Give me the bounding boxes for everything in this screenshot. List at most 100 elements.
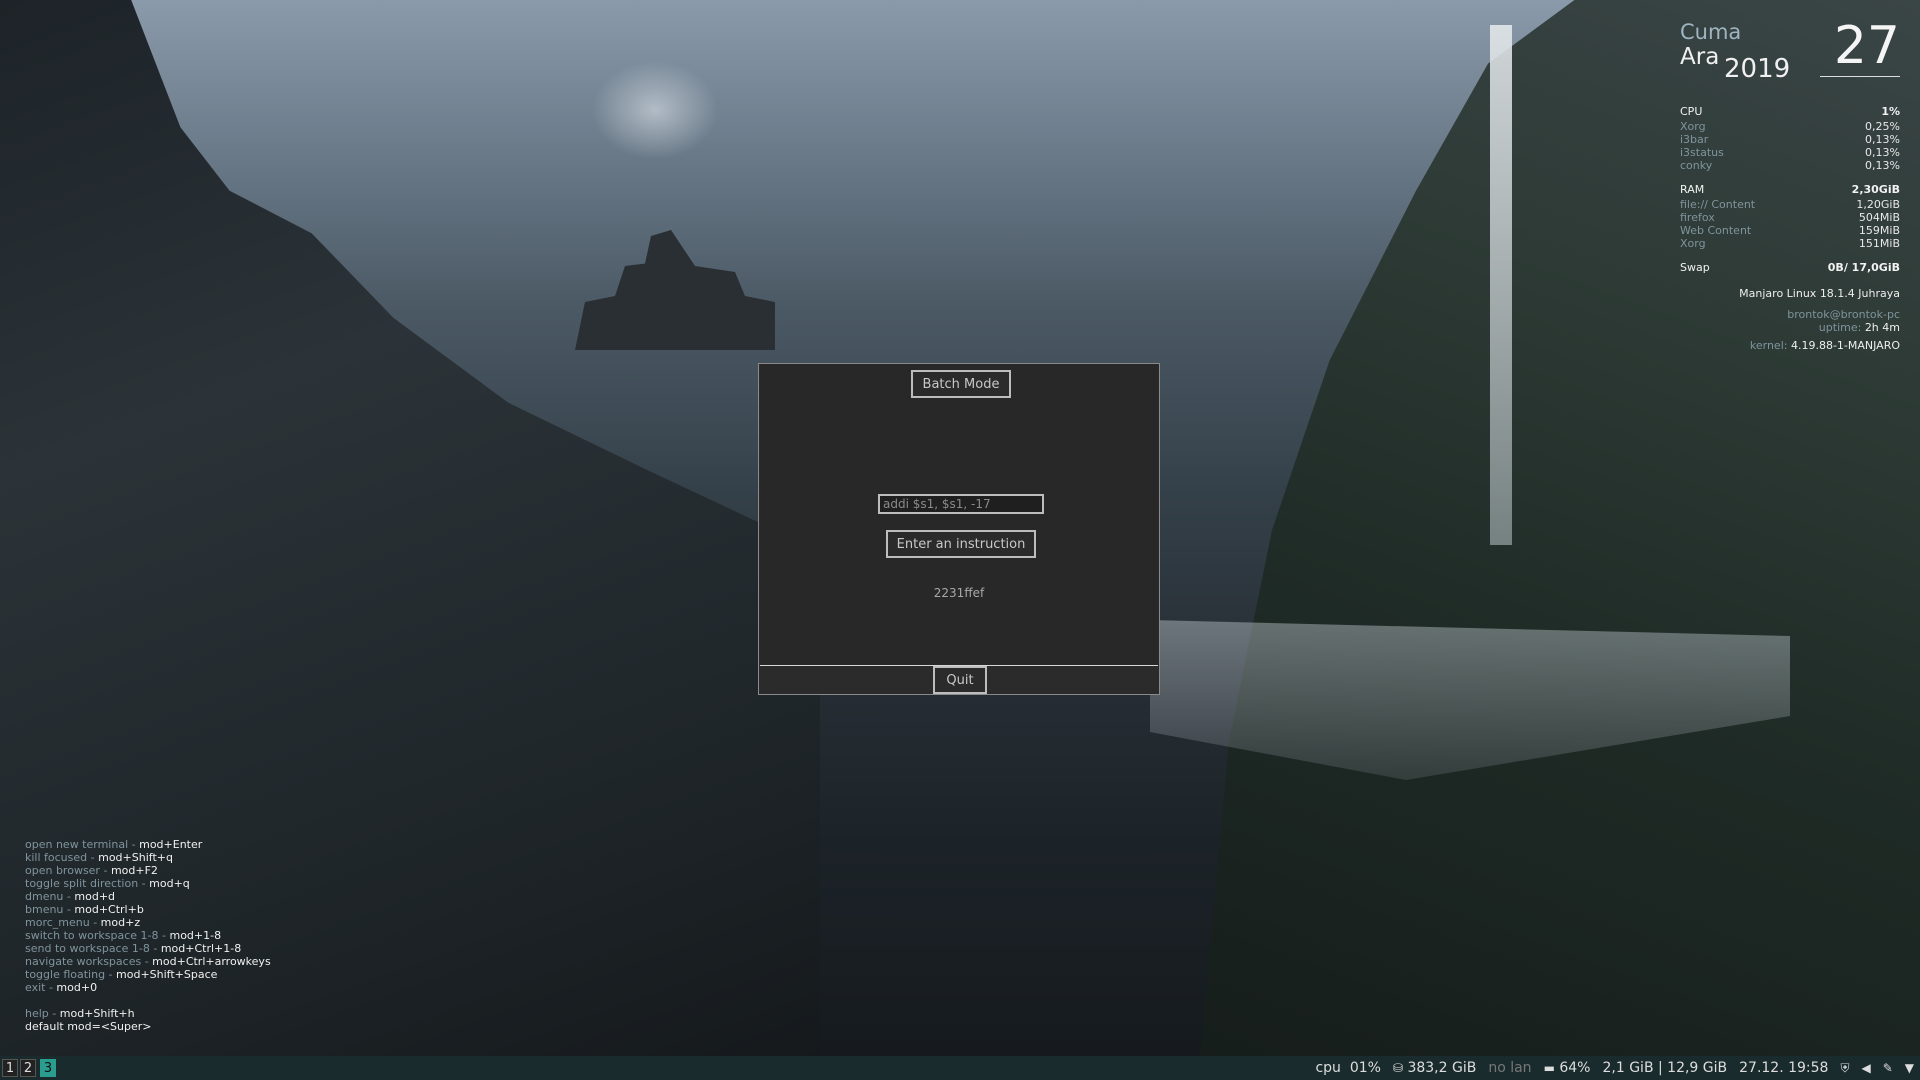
uptime-line: uptime: 2h 4m <box>1680 321 1900 334</box>
ram-row: RAM 2,30GiB <box>1680 182 1900 198</box>
instruction-input[interactable] <box>878 494 1044 514</box>
workspace-button-3[interactable]: 3 <box>40 1059 56 1077</box>
paperclip-icon[interactable]: ✎ <box>1883 1056 1893 1080</box>
disk-status: ⛁ 383,2 GiB <box>1393 1056 1476 1080</box>
conky-monitor: Cuma Ara 2019 27 CPU 1% Xorg 0,25% i3bar 0… <box>1680 16 1900 352</box>
help-desc: navigate workspaces <box>25 955 142 968</box>
help-line: bmenu - mod+Ctrl+b <box>25 903 144 916</box>
volume-mute-icon[interactable]: ◀ <box>1861 1056 1870 1080</box>
help-keys: mod+1-8 <box>169 929 222 942</box>
help-desc: bmenu <box>25 903 64 916</box>
help-desc: toggle split direction <box>25 877 139 890</box>
proc-name: Web Content <box>1680 224 1752 237</box>
help-line: switch to workspace 1-8 - mod+1-8 <box>25 929 222 942</box>
help-desc: dmenu <box>25 890 64 903</box>
ram-value: 2,30GiB <box>1851 183 1900 196</box>
help-keys: mod+Ctrl+b <box>74 903 144 916</box>
user-host: brontok@brontok-pc <box>1787 308 1900 321</box>
help-desc: open browser <box>25 864 100 877</box>
uptime-value: 2h 4m <box>1864 321 1900 334</box>
cpu-proc-row: Xorg 0,25% <box>1680 120 1900 133</box>
assembler-window: Batch Mode Enter an instruction 2231ffef… <box>758 363 1160 695</box>
memory-status: 2,1 GiB | 12,9 GiB <box>1602 1060 1728 1076</box>
help-line: open new terminal - mod+Enter <box>25 838 203 851</box>
kernel-value: 4.19.88-1-MANJARO <box>1790 339 1900 352</box>
battery-status: ▬ 64% <box>1544 1056 1591 1080</box>
ram-proc-row: Web Content 159MiB <box>1680 224 1900 237</box>
i3-status-bar: 1 2 3 cpu 01% ⛁ 383,2 GiB no lan ▬ 64% 2… <box>0 1056 1920 1080</box>
cpu-proc-row: i3bar 0,13% <box>1680 133 1900 146</box>
cpu-row: CPU 1% <box>1680 104 1900 120</box>
day-of-week: Cuma <box>1680 20 1742 44</box>
default-mod: default mod=<Super> <box>25 1020 152 1033</box>
proc-name: conky <box>1680 159 1713 172</box>
lan-status: no lan <box>1488 1060 1532 1076</box>
help-line: send to workspace 1-8 - mod+Ctrl+1-8 <box>25 942 242 955</box>
help-desc: kill focused <box>25 851 88 864</box>
ram-proc-row: Xorg 151MiB <box>1680 237 1900 250</box>
cpu-proc-row: i3status 0,13% <box>1680 146 1900 159</box>
proc-name: i3status <box>1680 146 1724 159</box>
help-keys: mod+Enter <box>139 838 203 851</box>
disk-status-value: 383,2 GiB <box>1407 1060 1477 1076</box>
help-keys: mod+Shift+Space <box>116 968 218 981</box>
proc-value: 0,13% <box>1865 146 1900 159</box>
battery-icon: ▬ <box>1543 1061 1555 1075</box>
ram-proc-row: file:// Content 1,20GiB <box>1680 198 1900 211</box>
kernel-label: kernel: <box>1749 339 1788 352</box>
help-line: exit - mod+0 <box>25 981 98 994</box>
proc-name: firefox <box>1680 211 1715 224</box>
status-items: cpu 01% ⛁ 383,2 GiB no lan ▬ 64% 2,1 GiB… <box>1315 1056 1914 1080</box>
proc-name: Xorg <box>1680 237 1706 250</box>
cpu-status-value: 01% <box>1349 1060 1381 1076</box>
help-keys: mod+Shift+q <box>98 851 173 864</box>
disk-icon: ⛁ <box>1392 1061 1403 1075</box>
help-line: morc_menu - mod+z <box>25 916 141 929</box>
day-number: 27 <box>1819 16 1900 77</box>
workspace-button-1[interactable]: 1 <box>2 1059 18 1077</box>
help-keys: mod+q <box>149 877 190 890</box>
help-desc: exit <box>25 981 46 994</box>
year: 2019 <box>1724 54 1791 84</box>
help-desc: morc_menu <box>25 916 90 929</box>
shield-icon[interactable]: ⛨ <box>1840 1056 1849 1080</box>
quit-button[interactable]: Quit <box>933 666 987 694</box>
proc-value: 151MiB <box>1858 237 1900 250</box>
month: Ara <box>1680 44 1720 70</box>
help-line: dmenu - mod+d <box>25 890 116 903</box>
distro-name: Manjaro Linux 18.1.4 Juhraya <box>1739 287 1900 300</box>
machine-code-result: 2231ffef <box>933 586 985 600</box>
proc-name: i3bar <box>1680 133 1709 146</box>
cpu-proc-row: conky 0,13% <box>1680 159 1900 172</box>
help-keys: mod+Shift+h <box>59 1007 135 1020</box>
cpu-label: CPU <box>1680 105 1703 118</box>
cpu-status: cpu 01% <box>1315 1056 1381 1080</box>
workspace-button-2[interactable]: 2 <box>20 1059 36 1077</box>
help-keys: mod+0 <box>56 981 98 994</box>
help-line: toggle floating - mod+Shift+Space <box>25 968 218 981</box>
battery-value: 64% <box>1559 1060 1591 1076</box>
uptime-label: uptime: <box>1818 321 1862 334</box>
proc-value: 504MiB <box>1858 211 1900 224</box>
enter-instruction-button[interactable]: Enter an instruction <box>886 530 1036 558</box>
help-desc: toggle floating <box>25 968 106 981</box>
help-keys: mod+Ctrl+1-8 <box>160 942 242 955</box>
proc-value: 0,13% <box>1865 133 1900 146</box>
swap-row: Swap 0B/ 17,0GiB <box>1680 260 1900 276</box>
wallpaper-castle <box>575 230 775 350</box>
assembler-content: Batch Mode Enter an instruction 2231ffef <box>760 364 1158 666</box>
help-desc: switch to workspace 1-8 <box>25 929 159 942</box>
help-line: open browser - mod+F2 <box>25 864 158 877</box>
proc-name: Xorg <box>1680 120 1706 133</box>
date-block: Cuma Ara 2019 27 <box>1680 16 1900 88</box>
wifi-icon[interactable]: ▼ <box>1905 1056 1914 1080</box>
batch-mode-button[interactable]: Batch Mode <box>911 370 1011 398</box>
wallpaper-waterfall <box>1490 25 1512 545</box>
ram-label: RAM <box>1680 183 1705 196</box>
help-keys: mod+z <box>100 916 141 929</box>
help-line: toggle split direction - mod+q <box>25 877 190 890</box>
proc-value: 0,25% <box>1865 120 1900 133</box>
help-line: navigate workspaces - mod+Ctrl+arrowkeys <box>25 955 271 968</box>
proc-value: 0,13% <box>1865 159 1900 172</box>
datetime-status: 27.12. 19:58 <box>1739 1060 1829 1076</box>
